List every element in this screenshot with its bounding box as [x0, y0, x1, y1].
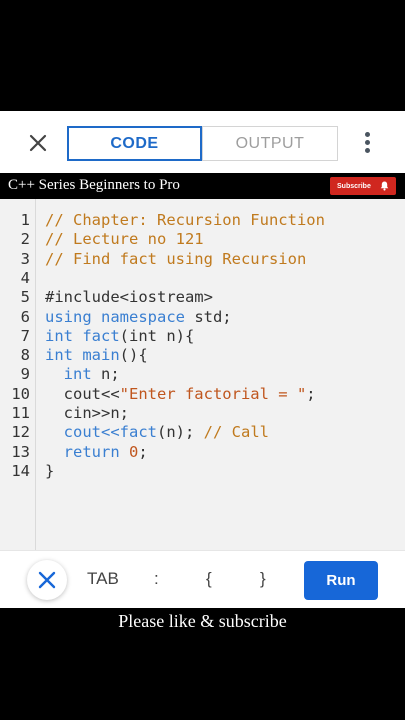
tab-output[interactable]: OUTPUT — [202, 126, 338, 161]
code-text: return 0; — [45, 443, 148, 462]
line-number: 2 — [20, 230, 30, 249]
code-text: // Chapter: Recursion Function — [45, 211, 325, 230]
code-token: } — [45, 461, 55, 480]
channel-banner: C++ Series Beginners to Pro Subscribe — [0, 173, 405, 199]
colon-key[interactable]: : — [154, 569, 159, 589]
code-token: return — [63, 442, 120, 461]
banner-title: C++ Series Beginners to Pro — [8, 177, 180, 193]
app-screen: CODE OUTPUT C++ Series Beginners to Pro … — [0, 111, 405, 637]
code-text: // Lecture no 121 — [45, 230, 204, 249]
code-text: cin>>n; — [45, 404, 129, 423]
code-line[interactable]: 14} — [0, 462, 405, 481]
line-number: 5 — [20, 288, 30, 307]
line-number: 10 — [11, 384, 30, 403]
code-token: int — [63, 365, 92, 384]
line-number: 1 — [20, 211, 30, 229]
code-text: } — [45, 462, 54, 481]
code-token: // Find fact using Recursion — [45, 249, 307, 268]
code-token: // Chapter: Recursion Function — [45, 211, 325, 229]
code-text: int fact(int n){ — [45, 327, 194, 346]
line-number: 7 — [20, 326, 30, 345]
code-token: #include<iostream> — [45, 288, 213, 307]
tab-code[interactable]: CODE — [67, 126, 202, 161]
close-keyboard-button[interactable] — [27, 560, 67, 600]
line-number: 4 — [20, 268, 30, 287]
line-number: 8 — [20, 346, 30, 365]
more-vert-icon[interactable] — [361, 131, 373, 155]
code-token: cout<< — [45, 384, 120, 403]
code-token: (int n){ — [119, 326, 195, 345]
line-number: 13 — [11, 442, 30, 461]
line-number: 6 — [20, 307, 30, 326]
code-line[interactable]: 7 int fact(int n){ — [0, 327, 405, 346]
code-text: int n; — [45, 365, 120, 384]
code-token: ; — [306, 384, 316, 403]
code-line[interactable]: 4 — [0, 269, 405, 288]
code-token: 0 — [129, 442, 139, 461]
code-line[interactable]: 6 using namespace std; — [0, 308, 405, 327]
code-text: int main(){ — [45, 346, 148, 365]
subscribe-label: Subscribe — [337, 182, 371, 190]
code-text: cout<<"Enter factorial = "; — [45, 385, 316, 404]
code-token: cout<<fact — [63, 423, 157, 442]
code-line[interactable]: 11 cin>>n; — [0, 404, 405, 423]
code-line[interactable]: 8 int main(){ — [0, 346, 405, 365]
close-icon — [38, 571, 56, 589]
code-line[interactable]: 10 cout<<"Enter factorial = "; — [0, 385, 405, 404]
code-token: // Call — [203, 423, 269, 442]
code-line[interactable]: 5 #include<iostream> — [0, 288, 405, 307]
code-token: (){ — [119, 346, 148, 365]
code-token: cin>>n; — [45, 404, 129, 422]
run-button[interactable]: Run — [304, 561, 378, 600]
code-line[interactable]: 1 // Chapter: Recursion Function — [0, 211, 405, 230]
code-token: using namespace — [45, 307, 185, 326]
code-token: "Enter factorial = " — [119, 384, 307, 403]
code-text: using namespace std; — [45, 308, 232, 327]
code-text: // Find fact using Recursion — [45, 250, 306, 269]
line-number: 11 — [11, 404, 30, 422]
code-token: (n); — [157, 423, 204, 442]
line-number: 9 — [20, 365, 30, 384]
video-caption: Please like & subscribe — [97, 606, 308, 637]
code-line[interactable]: 9 int n; — [0, 365, 405, 384]
open-brace-key[interactable]: { — [206, 569, 212, 589]
top-tab-bar: CODE OUTPUT — [0, 111, 405, 173]
tab-key[interactable]: TAB — [87, 569, 119, 589]
code-text: #include<iostream> — [45, 288, 213, 307]
code-token: int fact — [45, 326, 120, 345]
code-token: ; — [138, 442, 148, 461]
code-line[interactable]: 2 // Lecture no 121 — [0, 230, 405, 249]
code-line[interactable]: 13 return 0; — [0, 443, 405, 462]
code-token: int main — [45, 346, 120, 365]
code-editor[interactable]: 1 // Chapter: Recursion Function 2 // Lectu… — [0, 199, 405, 637]
code-text: cout<<fact(n); // Call — [45, 423, 269, 442]
subscribe-button[interactable]: Subscribe — [330, 177, 396, 195]
bottom-toolbar: TAB : { } Run — [0, 550, 405, 608]
line-number: 12 — [11, 423, 30, 442]
code-line[interactable]: 3 // Find fact using Recursion — [0, 250, 405, 269]
code-line[interactable]: 12 cout<<fact(n); // Call — [0, 423, 405, 442]
code-token: n; — [91, 365, 120, 384]
line-number: 14 — [11, 461, 30, 480]
code-token: std; — [184, 307, 232, 326]
close-icon[interactable] — [26, 131, 50, 155]
code-token: // Lecture no 121 — [45, 230, 204, 249]
bell-icon — [380, 181, 389, 191]
line-number: 3 — [20, 249, 30, 268]
close-brace-key[interactable]: } — [260, 569, 266, 589]
